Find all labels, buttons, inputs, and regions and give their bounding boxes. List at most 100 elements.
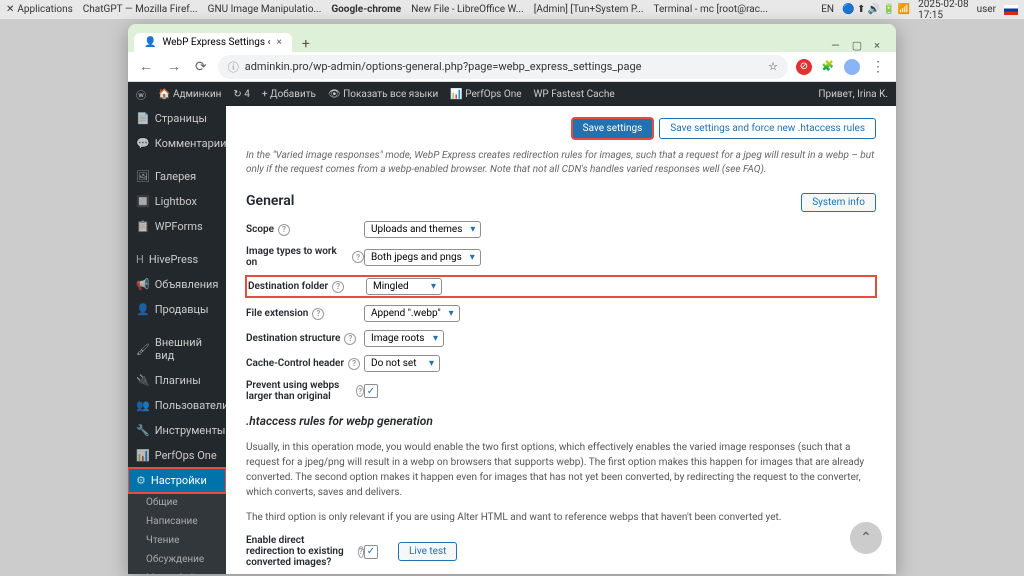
extensions-icon[interactable]: 🧩 (820, 59, 836, 75)
sidebar-item-settings[interactable]: ⚙Настройки (128, 468, 226, 493)
gear-icon: ⚙ (136, 474, 146, 487)
forward-button[interactable]: → (164, 58, 184, 75)
window-maximize-icon[interactable]: ▢ (852, 39, 862, 52)
destfolder-label: Destination folder? (248, 281, 366, 293)
direct-checkbox[interactable]: ✓ (364, 545, 378, 559)
sidebar-item-hivepress[interactable]: HHivePress (128, 247, 226, 272)
cache-select[interactable]: Do not set (364, 355, 440, 372)
intro-text: In the "Varied image responses" mode, We… (246, 149, 876, 177)
wp-site-name[interactable]: 🏠 Админкин (158, 89, 221, 100)
direct-label: Enable direct redirection to existing co… (246, 535, 364, 568)
help-icon[interactable]: ? (344, 333, 356, 345)
window-close-icon[interactable]: × (874, 39, 880, 52)
tray-clock: 2025-02-0817:15 (918, 0, 969, 21)
forms-icon: 📋 (136, 220, 150, 233)
lightbox-icon: 🔲 (136, 195, 150, 208)
wp-languages[interactable]: 👁 Показать все языки (328, 89, 438, 100)
back-button[interactable]: ← (136, 58, 156, 75)
system-info-button[interactable]: System info (801, 193, 876, 212)
site-info-icon[interactable]: ⓘ (228, 59, 239, 75)
sidebar-item-users[interactable]: 👥Пользователи (128, 393, 226, 418)
sidebar-sub-writing[interactable]: Написание (128, 512, 226, 531)
general-heading: General (246, 193, 876, 209)
sidebar-item-gallery[interactable]: 🖼Галерея (128, 164, 226, 189)
htaccess-heading: .htaccess rules for webp generation (246, 414, 876, 428)
htaccess-desc1: Usually, in this operation mode, you wou… (246, 440, 876, 500)
reload-button[interactable]: ⟳ (192, 59, 210, 75)
page-icon: 📄 (136, 112, 150, 125)
help-icon[interactable]: ? (356, 385, 364, 397)
menu-icon[interactable]: ⋮ (868, 59, 888, 75)
user-icon: 👤 (136, 303, 150, 316)
sidebar-item-pages[interactable]: 📄Страницы (128, 106, 226, 131)
comment-icon: 💬 (136, 137, 150, 150)
taskbar-admin[interactable]: [Admin] [Tun+System P... (534, 4, 644, 15)
help-icon[interactable]: ? (348, 358, 360, 370)
help-icon[interactable]: ? (332, 281, 344, 293)
taskbar-firefox[interactable]: ChatGPT — Mozilla Firef... (83, 4, 198, 15)
save-settings-button[interactable]: Save settings (572, 118, 654, 139)
chrome-window: 👤 WebP Express Settings ‹ × + — ▢ × ← → … (128, 24, 896, 574)
wp-content-area: Save settings Save settings and force ne… (226, 106, 896, 574)
tray-icons[interactable]: 🔵 ⬆ 🔊 🔋 📶 (842, 4, 910, 15)
extension-icon[interactable]: ⊘ (796, 59, 812, 75)
wp-greeting[interactable]: Привет, Irina K. (818, 89, 888, 100)
sidebar-item-comments[interactable]: 💬Комментарии (128, 131, 226, 156)
tray-lang[interactable]: EN (821, 4, 834, 15)
wp-updates[interactable]: ↻ 4 (233, 89, 249, 100)
tray-user[interactable]: user (977, 4, 996, 15)
url-text: adminkin.pro/wp-admin/options-general.ph… (245, 60, 642, 73)
help-icon[interactable]: ? (278, 224, 290, 236)
browser-tab[interactable]: 👤 WebP Express Settings ‹ × (134, 33, 292, 52)
live-test-button[interactable]: Live test (398, 542, 457, 561)
save-force-button[interactable]: Save settings and force new .htaccess ru… (659, 118, 876, 139)
wp-logo-icon[interactable]: ⓦ (136, 87, 146, 102)
sidebar-item-lightbox[interactable]: 🔲Lightbox (128, 189, 226, 214)
scope-select[interactable]: Uploads and themes (364, 221, 481, 238)
imgtypes-select[interactable]: Both jpegs and pngs (364, 249, 481, 266)
url-bar[interactable]: ⓘ adminkin.pro/wp-admin/options-general.… (218, 55, 788, 79)
gallery-icon: 🖼 (136, 170, 150, 183)
close-tab-icon[interactable]: × (277, 37, 282, 48)
sidebar-sub-reading[interactable]: Чтение (128, 531, 226, 550)
sidebar-item-vendors[interactable]: 👤Продавцы (128, 297, 226, 322)
sidebar-item-plugins[interactable]: 🔌Плагины (128, 368, 226, 393)
profile-icon[interactable] (844, 59, 860, 75)
help-icon[interactable]: ? (312, 308, 324, 320)
scope-label: Scope? (246, 224, 364, 236)
wp-admin-bar: ⓦ 🏠 Админкин ↻ 4 + Добавить 👁 Показать в… (128, 82, 896, 106)
desktop-taskbar: ✕ Applications ChatGPT — Mozilla Firef..… (0, 0, 1024, 20)
wrench-icon: 🔧 (136, 424, 150, 437)
sidebar-sub-discussion[interactable]: Обсуждение (128, 550, 226, 569)
help-icon[interactable]: ? (352, 251, 364, 263)
wp-sidebar: 📄Страницы 💬Комментарии 🖼Галерея 🔲Lightbo… (128, 106, 226, 574)
sidebar-sub-media[interactable]: Медиафайлы (128, 569, 226, 574)
applications-menu[interactable]: ✕ Applications (6, 4, 73, 15)
taskbar-libreoffice[interactable]: New File - LibreOffice W... (411, 4, 524, 15)
wp-add-new[interactable]: + Добавить (262, 89, 316, 100)
bookmark-icon[interactable]: ☆ (768, 60, 778, 73)
taskbar-terminal[interactable]: Terminal - mc [root@rac... (654, 4, 768, 15)
taskbar-chrome[interactable]: Google-chrome (331, 4, 401, 15)
sidebar-item-wpforms[interactable]: 📋WPForms (128, 214, 226, 239)
sidebar-item-appearance[interactable]: 🖌Внешний вид (128, 330, 226, 368)
brush-icon: 🖌 (136, 343, 150, 356)
prevent-checkbox[interactable]: ✓ (364, 384, 378, 398)
sidebar-item-listings[interactable]: 📢Объявления (128, 272, 226, 297)
back-to-top-button[interactable]: ⌃ (850, 522, 882, 554)
taskbar-gimp[interactable]: GNU Image Manipulatio... (208, 4, 322, 15)
ext-select[interactable]: Append ".webp" (364, 305, 460, 322)
sidebar-item-tools[interactable]: 🔧Инструменты (128, 418, 226, 443)
destfolder-select[interactable]: Mingled (366, 278, 442, 295)
new-tab-button[interactable]: + (294, 36, 318, 52)
sidebar-sub-general[interactable]: Общие (128, 493, 226, 512)
tab-title: WebP Express Settings ‹ (162, 37, 270, 48)
deststruct-select[interactable]: Image roots (364, 330, 444, 347)
chrome-toolbar: ← → ⟳ ⓘ adminkin.pro/wp-admin/options-ge… (128, 52, 896, 82)
ext-label: File extension? (246, 308, 364, 320)
wp-perfops[interactable]: 📊 PerfOps One (450, 89, 521, 100)
wp-cache[interactable]: WP Fastest Cache (534, 89, 615, 100)
sidebar-item-perfops[interactable]: 📊PerfOps One (128, 443, 226, 468)
window-minimize-icon[interactable]: — (831, 39, 840, 52)
chart-icon: 📊 (136, 449, 150, 462)
